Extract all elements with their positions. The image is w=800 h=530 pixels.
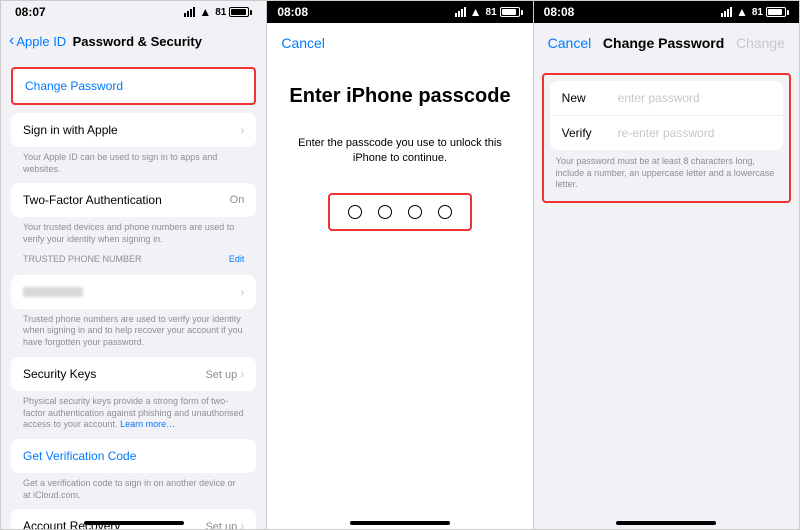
chevron-right-icon: › [240, 519, 244, 529]
redacted-phone-number [23, 287, 83, 297]
passcode-title: Enter iPhone passcode [269, 85, 530, 108]
trusted-phone-row[interactable]: › [11, 275, 256, 309]
wifi-icon: ▲ [470, 5, 482, 19]
change-password-row[interactable]: Change Password [13, 69, 254, 103]
wifi-icon: ▲ [736, 5, 748, 19]
row-label: Sign in with Apple [23, 123, 118, 137]
cancel-button[interactable]: Cancel [548, 35, 592, 51]
row-label: Security Keys [23, 367, 96, 381]
row-value: On [230, 194, 245, 206]
highlight-password-form: New enter password Verify re-enter passw… [542, 73, 791, 203]
get-code-footer: Get a verification code to sign in on an… [11, 473, 256, 501]
three-phone-layout: 08:07 ▲ 81 ‹ Apple ID Password & Securit… [0, 0, 800, 530]
password-form: New enter password Verify re-enter passw… [550, 81, 783, 150]
nav-bar: Cancel [267, 23, 532, 63]
security-keys-row[interactable]: Security Keys Set up › [11, 357, 256, 391]
passcode-dot [408, 205, 422, 219]
cellular-icon [184, 7, 195, 17]
page-title: Change Password [603, 35, 724, 51]
security-keys-footer: Physical security keys provide a strong … [11, 391, 256, 431]
chevron-right-icon: › [240, 367, 244, 381]
phone-enter-passcode: 08:08 ▲ 81 Cancel Enter iPhone passcode … [267, 1, 533, 529]
new-password-input[interactable]: enter password [618, 91, 700, 105]
trusted-phone-footer: Trusted phone numbers are used to verify… [11, 309, 256, 349]
page-title: Password & Security [16, 34, 258, 49]
password-requirements: Your password must be at least 8 charact… [544, 150, 789, 197]
passcode-dot [348, 205, 362, 219]
home-indicator[interactable] [616, 521, 716, 525]
status-time: 08:07 [15, 5, 46, 19]
highlight-change-password: Change Password [11, 67, 256, 105]
trusted-phone-header: TRUSTED PHONE NUMBER Edit [11, 246, 256, 267]
chevron-left-icon: ‹ [9, 33, 14, 49]
two-factor-footer: Your trusted devices and phone numbers a… [11, 217, 256, 245]
passcode-dot [438, 205, 452, 219]
home-indicator[interactable] [350, 521, 450, 525]
row-label: Two-Factor Authentication [23, 193, 162, 207]
battery-icon: 81 [215, 7, 252, 18]
nav-bar: Cancel Change Password Change [534, 23, 799, 63]
change-button-disabled[interactable]: Change [736, 35, 785, 51]
passcode-subtitle: Enter the passcode you use to unlock thi… [267, 136, 532, 167]
learn-more-link[interactable]: Learn more… [120, 419, 175, 429]
get-verification-code-row[interactable]: Get Verification Code [11, 439, 256, 473]
field-label: New [562, 91, 618, 105]
notch [621, 1, 711, 21]
passcode-dot [378, 205, 392, 219]
edit-trusted-button[interactable]: Edit [229, 254, 245, 264]
notch [355, 1, 445, 21]
wifi-icon: ▲ [199, 5, 211, 19]
phone-password-security: 08:07 ▲ 81 ‹ Apple ID Password & Securit… [1, 1, 267, 529]
chevron-right-icon: › [240, 123, 244, 137]
battery-icon: 81 [752, 7, 789, 18]
nav-bar: ‹ Apple ID Password & Security [1, 23, 266, 59]
settings-scroll[interactable]: Change Password Sign in with Apple › You… [1, 59, 266, 529]
passcode-dots[interactable] [328, 193, 472, 231]
cellular-icon [455, 7, 466, 17]
account-recovery-row[interactable]: Account Recovery Set up › [11, 509, 256, 529]
status-bar: 08:07 ▲ 81 [1, 1, 266, 23]
cancel-button[interactable]: Cancel [281, 35, 325, 51]
new-password-row[interactable]: New enter password [550, 81, 783, 116]
status-time: 08:08 [544, 5, 575, 19]
status-time: 08:08 [277, 5, 308, 19]
change-password-label: Change Password [25, 79, 123, 93]
field-label: Verify [562, 126, 618, 140]
row-label: Get Verification Code [23, 449, 136, 463]
phone-change-password: 08:08 ▲ 81 Cancel Change Password Change… [534, 1, 799, 529]
sign-in-with-apple-row[interactable]: Sign in with Apple › [11, 113, 256, 147]
battery-icon: 81 [486, 7, 523, 18]
chevron-right-icon: › [240, 285, 244, 299]
sign-in-footer: Your Apple ID can be used to sign in to … [11, 147, 256, 175]
cellular-icon [721, 7, 732, 17]
home-indicator[interactable] [84, 521, 184, 525]
verify-password-input[interactable]: re-enter password [618, 126, 715, 140]
two-factor-row[interactable]: Two-Factor Authentication On [11, 183, 256, 217]
verify-password-row[interactable]: Verify re-enter password [550, 116, 783, 150]
